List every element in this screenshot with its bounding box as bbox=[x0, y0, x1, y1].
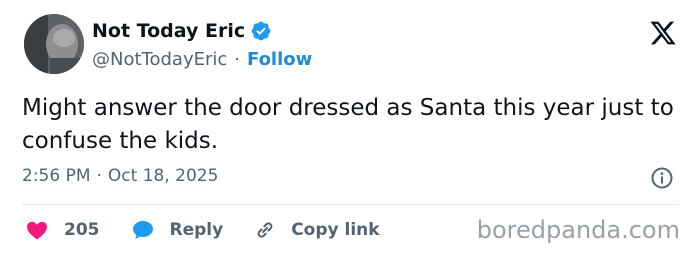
heart-icon bbox=[27, 221, 47, 240]
tweet-date: Oct 18, 2025 bbox=[107, 166, 219, 186]
like-button[interactable]: 205 bbox=[24, 218, 100, 242]
reply-button[interactable]: Reply bbox=[130, 218, 224, 242]
handle-row: @NotTodayEric · Follow bbox=[92, 49, 312, 70]
author-name-row: Not Today Eric bbox=[92, 20, 272, 42]
avatar[interactable] bbox=[24, 14, 84, 74]
copy-link-label: Copy link bbox=[291, 220, 380, 240]
action-bar: 205 Reply Copy link bbox=[24, 218, 410, 242]
reply-label: Reply bbox=[169, 220, 224, 240]
x-logo-icon[interactable] bbox=[648, 19, 678, 47]
like-count: 205 bbox=[64, 220, 100, 240]
handle-separator: · bbox=[234, 49, 240, 70]
follow-button[interactable]: Follow bbox=[247, 49, 312, 70]
author-handle[interactable]: @NotTodayEric bbox=[92, 49, 227, 70]
verified-badge-icon bbox=[251, 21, 271, 41]
divider bbox=[22, 204, 678, 205]
display-name[interactable]: Not Today Eric bbox=[92, 20, 245, 42]
meta-separator: · bbox=[96, 166, 102, 186]
reply-bubble-icon bbox=[132, 221, 153, 239]
info-icon[interactable] bbox=[650, 166, 674, 190]
copy-link-button[interactable]: Copy link bbox=[253, 218, 380, 242]
tweet-time: 2:56 PM bbox=[22, 166, 91, 186]
link-icon bbox=[257, 222, 273, 238]
watermark: boredpanda.com bbox=[476, 216, 680, 244]
tweet-timestamp[interactable]: 2:56 PM · Oct 18, 2025 bbox=[22, 166, 218, 186]
tweet-text: Might answer the door dressed as Santa t… bbox=[22, 95, 674, 154]
